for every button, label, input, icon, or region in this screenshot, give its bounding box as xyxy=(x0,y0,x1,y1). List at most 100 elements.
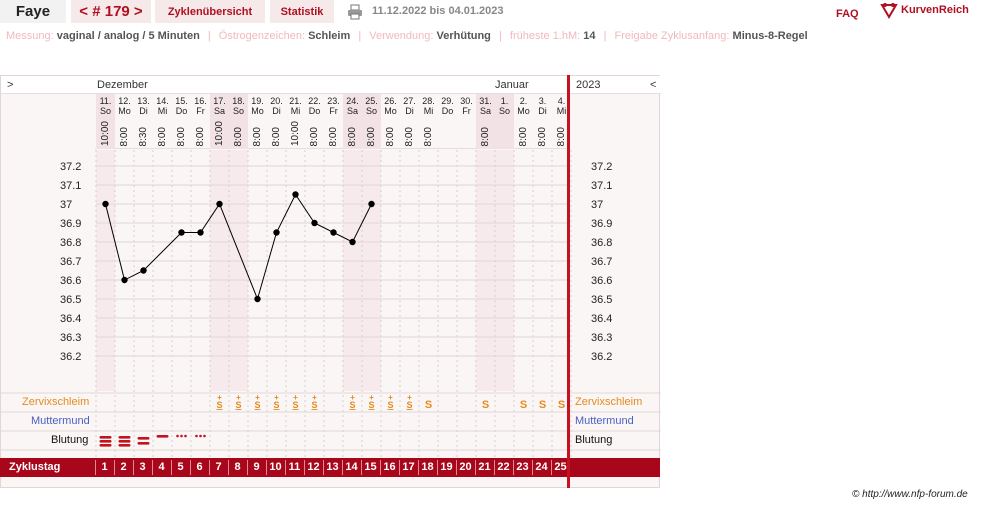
temperature-point xyxy=(311,219,318,227)
zervixschleim-plus: + xyxy=(217,393,222,402)
cycle-day-separator xyxy=(342,460,343,475)
cycle-day-number: 14 xyxy=(345,461,358,473)
hm-label: früheste 1.hM: xyxy=(509,30,581,42)
cycle-day-number: 1 xyxy=(101,461,108,473)
tab-zyklenuebersicht[interactable]: Zyklenübersicht xyxy=(155,0,265,23)
oestrogen-label: Östrogenzeichen: xyxy=(218,30,305,42)
weekend-shade xyxy=(96,150,115,391)
cycle-day-separator xyxy=(380,460,381,475)
y-tick-label-right: 37.1 xyxy=(591,180,612,192)
user-name: Faye xyxy=(0,0,66,23)
blutung-heavy-mark xyxy=(118,444,131,447)
y-tick-label-right: 36.9 xyxy=(591,218,612,230)
zyklustag-bar: Zyklustag 1 2 3 4 5 6 7 8 9 10 11 12 13 14 15 16 17 18 19 2… xyxy=(0,458,660,477)
muttermund-label-right: Muttermund xyxy=(575,415,634,427)
cycle-chart-panel: > Dezember Januar 2023 < 11. So 10:00 12. Mo… xyxy=(0,75,661,488)
cycle-day-separator xyxy=(418,460,419,475)
messung-label: Messung: xyxy=(6,30,54,42)
cycle-day-separator xyxy=(551,460,552,475)
blutung-medium-mark xyxy=(137,442,150,445)
cycle-day-separator xyxy=(190,460,191,475)
weekend-shade xyxy=(343,150,362,391)
y-tick-label-right: 36.2 xyxy=(591,351,612,363)
cycle-navigation[interactable]: < # 179 > xyxy=(71,0,151,23)
weekend-shade xyxy=(210,150,229,391)
hm-value: 14 xyxy=(583,30,596,42)
cycle-day-number: 9 xyxy=(253,461,260,473)
temperature-point xyxy=(368,200,375,208)
y-tick-label-left: 36.8 xyxy=(60,237,81,249)
blutung-heavy-mark xyxy=(118,436,131,439)
cycle-day-separator xyxy=(171,460,172,475)
cycle-day-separator xyxy=(209,460,210,475)
temperature-point xyxy=(178,229,185,236)
cycle-day-separator xyxy=(152,460,153,475)
zervixschleim-mark: S xyxy=(425,399,432,411)
cycle-day-separator xyxy=(323,460,324,475)
cycle-day-number: 20 xyxy=(459,461,472,473)
zyklustag-label: Zyklustag xyxy=(9,461,61,473)
zervixschleim-mark: S xyxy=(482,399,489,411)
y-tick-label-right: 36.8 xyxy=(591,237,612,249)
copyright-credit: © http://www.nfp-forum.de xyxy=(852,489,968,500)
zervixschleim-plus: + xyxy=(255,393,260,402)
cycle-day-separator xyxy=(114,460,115,475)
cycle-day-number: 7 xyxy=(215,461,222,473)
cycle-day-separator xyxy=(95,460,96,475)
zervixschleim-plus: + xyxy=(312,393,317,402)
temperature-plot: 37.2 37.2 37.1 37.1 37 37 36.9 36.9 36.8 36.8 36.7… xyxy=(1,150,661,459)
blutung-label-left: Blutung xyxy=(51,434,89,446)
freigabe-value: Minus-8-Regel xyxy=(732,30,808,42)
blutung-spotting-dot xyxy=(195,434,198,438)
zervixschleim-plus: + xyxy=(407,393,412,402)
cycle-day-separator xyxy=(456,460,457,475)
zervixschleim-plus: + xyxy=(236,393,241,402)
cycle-day-number: 12 xyxy=(307,461,320,473)
temperature-point xyxy=(273,229,280,236)
cycle-day-separator xyxy=(513,460,514,475)
printer-icon[interactable] xyxy=(347,4,363,20)
blutung-spotting-dot xyxy=(199,434,202,438)
temperature-point xyxy=(197,229,204,236)
blutung-label-right: Blutung xyxy=(575,434,613,446)
date-range: 11.12.2022 bis 04.01.2023 xyxy=(372,5,504,17)
cycle-day-number: 6 xyxy=(196,461,203,473)
cycle-day-separator xyxy=(437,460,438,475)
tab-statistik[interactable]: Statistik xyxy=(270,0,334,23)
cycle-day-separator xyxy=(133,460,134,475)
blutung-light-mark xyxy=(156,435,169,438)
settings-line: Messung: vaginal / analog / 5 Minuten | … xyxy=(6,30,808,42)
blutung-spotting-dot xyxy=(180,434,183,438)
cycle-day-number: 8 xyxy=(234,461,241,473)
y-tick-label-left: 36.4 xyxy=(60,313,81,325)
blutung-spotting-dot xyxy=(203,434,206,438)
cycle-day-separator xyxy=(399,460,400,475)
verwendung-value: Verhütung xyxy=(436,30,491,42)
weekend-shade xyxy=(476,150,495,391)
cycle-day-separator xyxy=(266,460,267,475)
cycle-day-separator xyxy=(532,460,533,475)
cycle-day-separator xyxy=(304,460,305,475)
faq-link[interactable]: FAQ xyxy=(836,8,859,20)
y-tick-label-left: 36.6 xyxy=(60,275,81,287)
cycle-day-number: 22 xyxy=(497,461,510,473)
cycle-day-number: 11 xyxy=(288,461,301,473)
y-tick-label-left: 36.7 xyxy=(60,256,81,268)
zervixschleim-plus: + xyxy=(350,393,355,402)
y-tick-label-left: 36.5 xyxy=(60,294,81,306)
cycle-day-separator xyxy=(361,460,362,475)
blutung-heavy-mark xyxy=(99,440,112,443)
cycle-day-number: 15 xyxy=(364,461,377,473)
cycle-day-number: 18 xyxy=(421,461,434,473)
cycle-day-number: 3 xyxy=(139,461,146,473)
cycle-day-separator xyxy=(228,460,229,475)
kurvenreich-logo[interactable]: KurvenReich xyxy=(880,1,969,19)
weekend-shade xyxy=(229,150,248,391)
y-tick-label-right: 36.7 xyxy=(591,256,612,268)
y-tick-label-left: 36.2 xyxy=(60,351,81,363)
cycle-day-number: 2 xyxy=(120,461,127,473)
blutung-spotting-dot xyxy=(176,434,179,438)
kurvenreich-logo-icon xyxy=(880,3,898,19)
blutung-heavy-mark xyxy=(118,440,131,443)
temperature-point xyxy=(349,238,356,246)
